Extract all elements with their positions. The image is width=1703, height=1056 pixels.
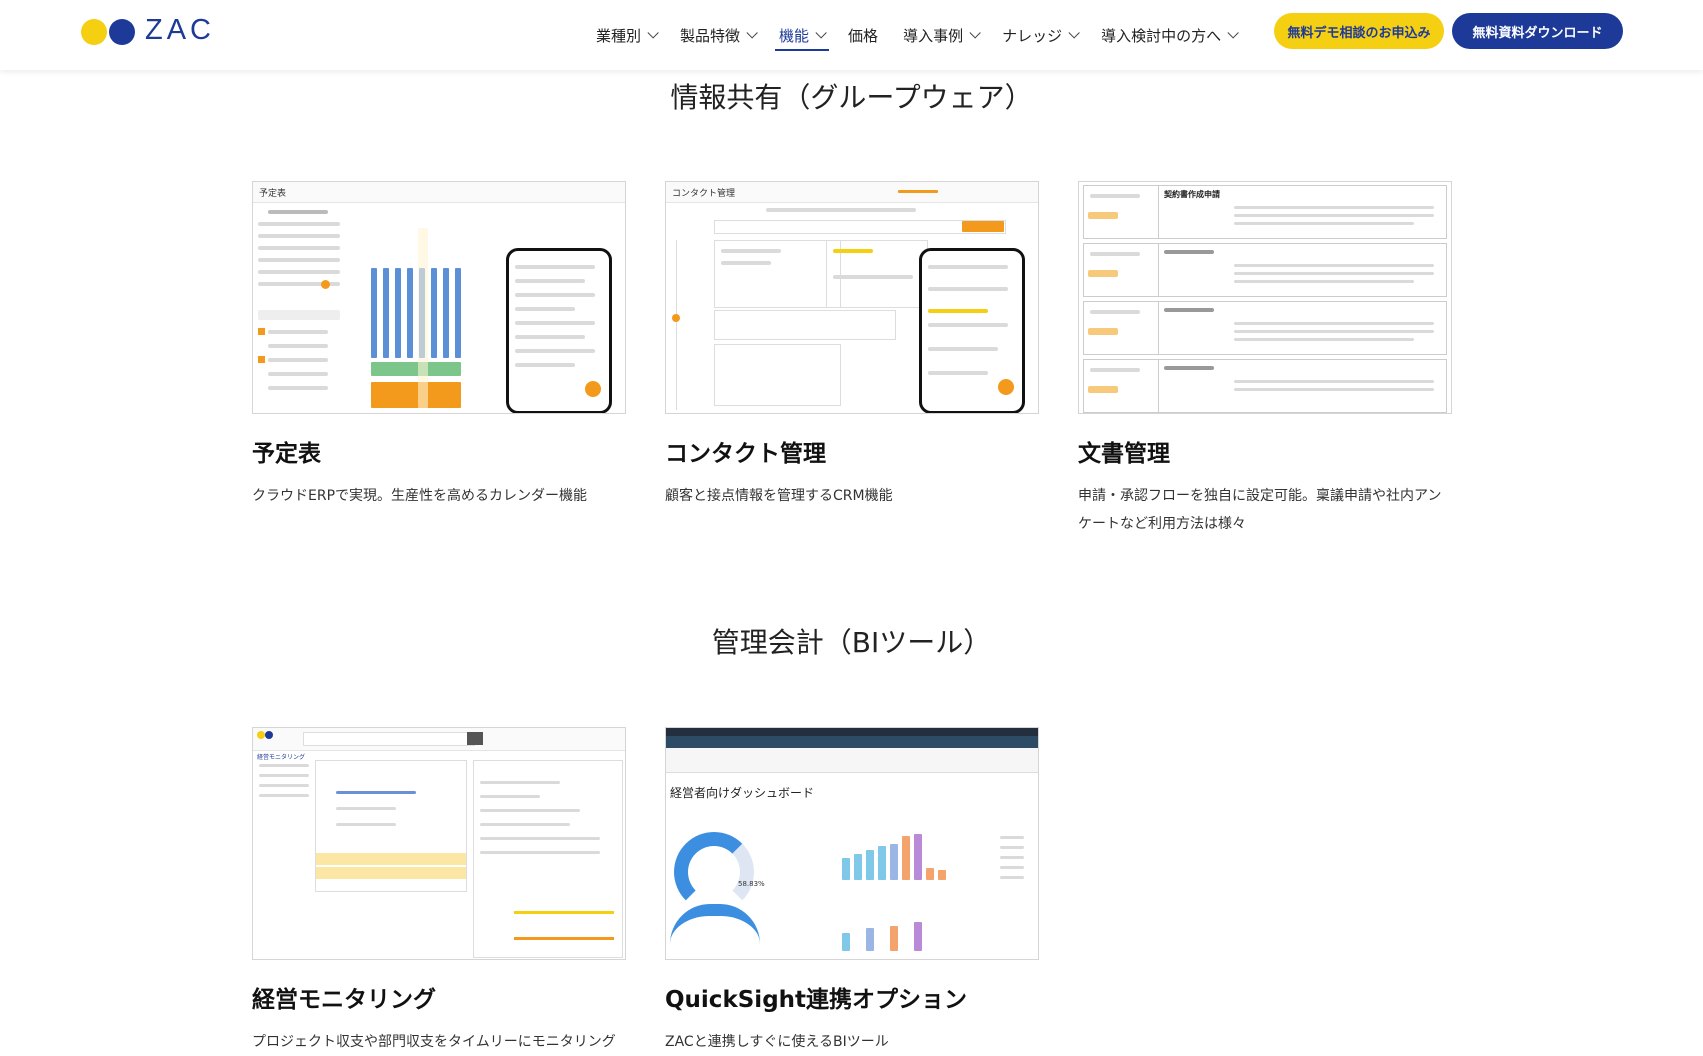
zac-logo[interactable]: ZAC <box>81 14 215 47</box>
thumb-label: 経営モニタリング <box>257 754 306 761</box>
contact-entry <box>714 240 841 308</box>
nav-cases[interactable]: 導入事例 <box>903 0 981 70</box>
nav-label: 製品特徴 <box>680 26 741 45</box>
quicksight-thumbnail[interactable]: 経営者向けダッシュボード 58.83% <box>665 727 1039 960</box>
thumb-label: 予定表 <box>259 189 287 199</box>
card-description: 申請・承認フローを独自に設定可能。稟議申請や社内アンケートなど利用方法は様々 <box>1078 488 1442 532</box>
card-title[interactable]: QuickSight連携オプション <box>665 980 1039 1014</box>
demo-request-button[interactable]: 無料デモ相談のお申込み <box>1274 13 1444 49</box>
nav-label: 導入検討中の方へ <box>1101 26 1222 45</box>
mini-calendar <box>258 208 340 304</box>
card-title[interactable]: 経営モニタリング <box>252 980 626 1014</box>
card-description: ZACと連携しすぐに使えるBIツール <box>665 1034 889 1050</box>
schedule-thumbnail[interactable]: 予定表 <box>252 181 626 414</box>
section-title-management-accounting: 管理会計（BIツール） <box>711 626 992 659</box>
documents-thumbnail[interactable]: 契約書作成申請 <box>1078 181 1452 414</box>
card-description: プロジェクト収支や部門収支をタイムリーにモニタリング <box>252 1034 616 1050</box>
contact-thumbnail[interactable]: コンタクト管理 <box>665 181 1039 414</box>
card-title[interactable]: 文書管理 <box>1078 434 1452 468</box>
nav-label: 導入事例 <box>903 26 964 45</box>
gauge-chart <box>674 832 754 912</box>
logo-text: ZAC <box>145 14 215 46</box>
feature-card-documents[interactable]: 契約書作成申請 文書管理 申請・承認フローを独自に設定可能。稟議申請や社内アンケ… <box>1078 181 1452 538</box>
card-description: クラウドERPで実現。生産性を高めるカレンダー機能 <box>252 488 588 504</box>
site-header: ZAC 業種別 製品特徴 機能 価格 導入事例 ナレッジ 導入検討中の方へ 無料… <box>0 0 1703 70</box>
nav-features[interactable]: 製品特徴 <box>680 0 758 70</box>
chevron-down-icon <box>746 27 758 39</box>
chevron-down-icon <box>647 27 659 39</box>
logo-mark-icon <box>81 16 139 46</box>
member-list <box>258 310 340 406</box>
card-title[interactable]: コンタクト管理 <box>665 434 1039 468</box>
add-fab-icon <box>998 379 1014 395</box>
chevron-down-icon <box>1227 27 1239 39</box>
chevron-down-icon <box>815 27 827 39</box>
nav-considering[interactable]: 導入検討中の方へ <box>1101 0 1239 70</box>
nav-industry[interactable]: 業種別 <box>596 0 659 70</box>
phone-mockup <box>506 248 612 413</box>
legend <box>1000 828 1030 898</box>
chevron-down-icon <box>969 27 981 39</box>
monitoring-thumbnail[interactable]: 経営モニタリング <box>252 727 626 960</box>
nav-price[interactable]: 価格 <box>848 0 878 70</box>
nav-label: 業種別 <box>596 26 642 45</box>
chevron-down-icon <box>1068 27 1080 39</box>
nav-knowledge[interactable]: ナレッジ <box>1002 0 1080 70</box>
thumb-label: 経営者向けダッシュボード <box>670 786 815 800</box>
feature-card-quicksight[interactable]: 経営者向けダッシュボード 58.83% QuickSight連携オプション ZA… <box>665 727 1039 1056</box>
feature-card-schedule[interactable]: 予定表 予定表 クラウドERPで実現。生産性を高めるカレンダー機能 <box>252 181 626 510</box>
thumb-label: コンタクト管理 <box>672 189 736 199</box>
main-nav: 業種別 製品特徴 機能 価格 導入事例 ナレッジ 導入検討中の方へ <box>596 0 1260 70</box>
download-materials-button[interactable]: 無料資料ダウンロード <box>1452 13 1623 49</box>
thumb-label: 契約書作成申請 <box>1164 190 1220 199</box>
monitor-list <box>315 760 467 892</box>
feature-card-contact[interactable]: コンタクト管理 コンタクト管理 顧客と接点情報を管理するCRM機能 <box>665 181 1039 510</box>
monitor-settings <box>473 760 623 958</box>
nav-label: 価格 <box>848 26 879 45</box>
nav-functions[interactable]: 機能 <box>775 0 830 70</box>
section-title-groupware: 情報共有（グループウェア） <box>670 81 1033 114</box>
phone-mockup <box>919 248 1025 413</box>
add-fab-icon <box>585 381 601 397</box>
gauge-value: 58.83% <box>738 880 765 888</box>
nav-label: 機能 <box>779 26 810 45</box>
feature-card-monitoring[interactable]: 経営モニタリング 経営モニタリング プロジェクト収支や部門収支をタイムリーにモニ… <box>252 727 626 1056</box>
card-description: 顧客と接点情報を管理するCRM機能 <box>665 488 893 504</box>
nav-label: ナレッジ <box>1002 26 1063 45</box>
card-title[interactable]: 予定表 <box>252 434 626 468</box>
